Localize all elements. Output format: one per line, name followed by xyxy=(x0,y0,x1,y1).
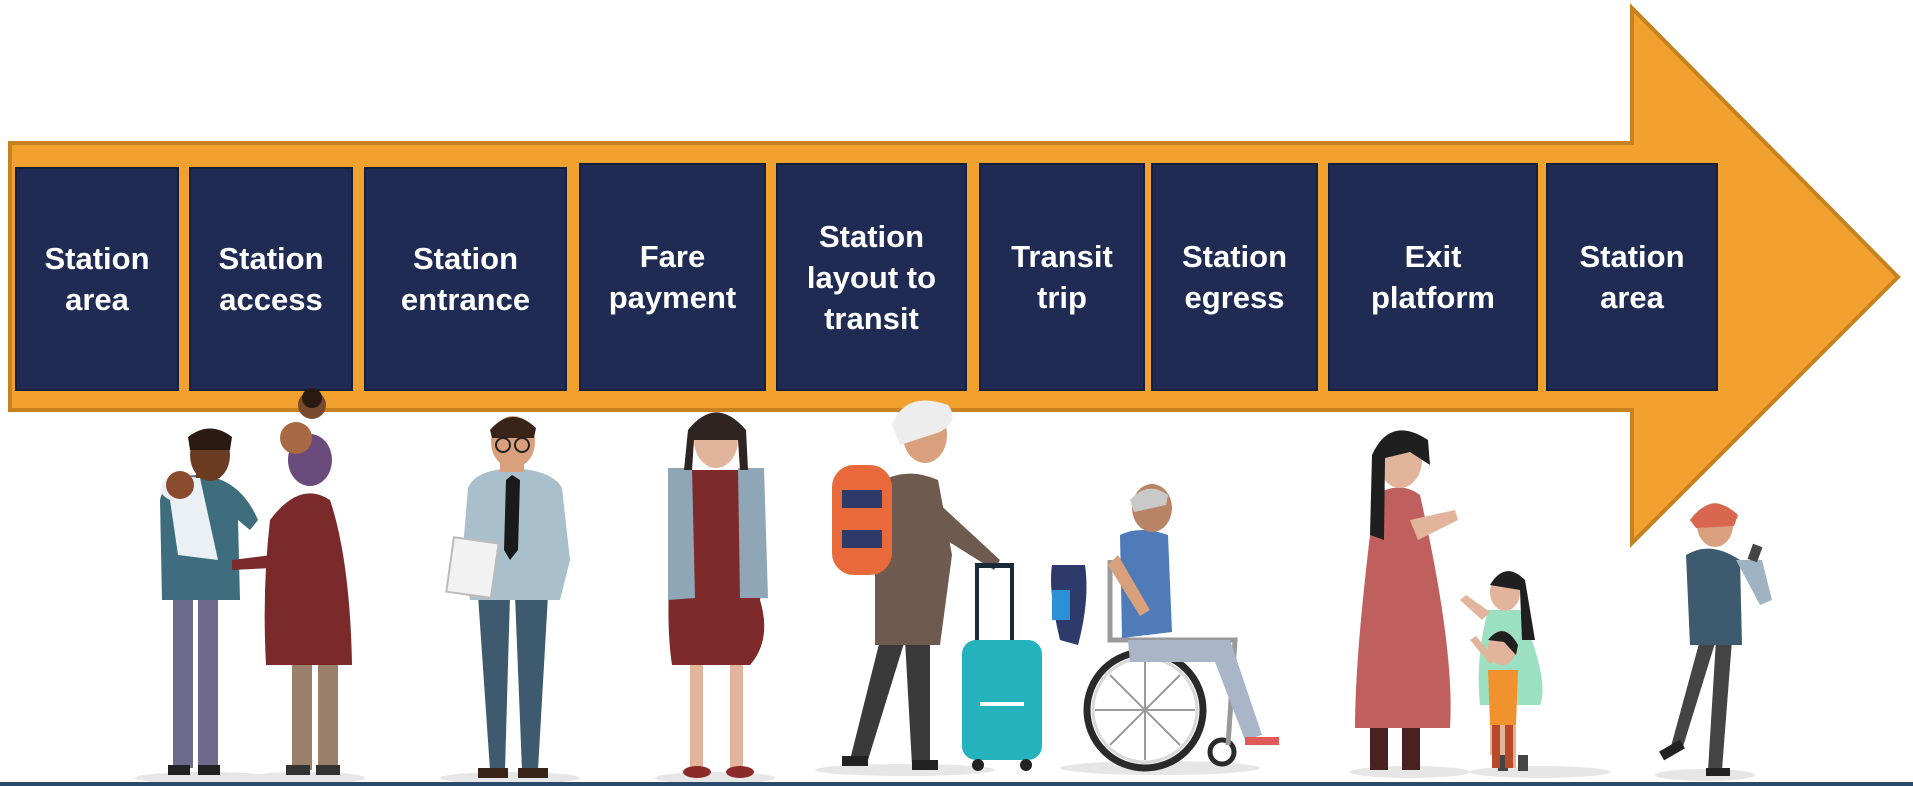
bottom-border xyxy=(0,782,1913,786)
child-with-phone-icon xyxy=(1659,503,1772,776)
parent-carrying-child-icon xyxy=(232,388,352,775)
wheelchair-user-icon xyxy=(1051,484,1279,772)
woman-with-children-icon xyxy=(1355,430,1543,771)
journey-diagram: Station area Station access Station entr… xyxy=(0,0,1913,786)
pregnant-woman-icon xyxy=(668,412,768,778)
parent-with-baby-icon xyxy=(160,428,258,775)
office-worker-icon xyxy=(445,416,570,778)
travelers-illustration xyxy=(135,388,1772,784)
backpacker-with-luggage-icon xyxy=(832,400,1042,771)
